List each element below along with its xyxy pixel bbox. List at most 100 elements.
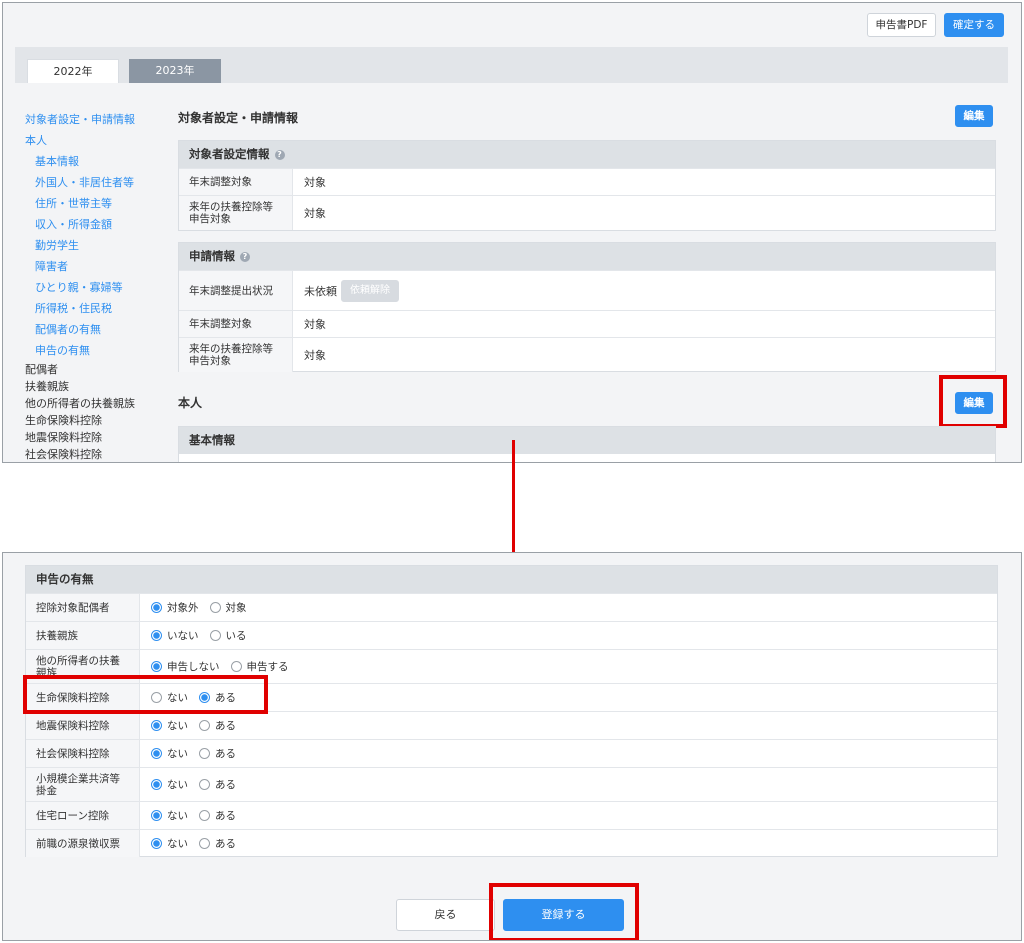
radio-checked-icon[interactable]: [151, 630, 162, 641]
request-info-card-header: 申請情報?: [179, 243, 995, 270]
radio-option-label[interactable]: ない: [167, 836, 188, 851]
sidebar-item[interactable]: 外国人・非居住者等: [25, 172, 165, 193]
filing-status-rows: 控除対象配偶者 対象外 対象扶養親族 いない いる他の所得者の扶養親族 申告しない 申告する…: [26, 593, 997, 857]
radio-option-label[interactable]: ない: [167, 718, 188, 733]
table-row: 年末調整提出状況 未依頼 依頼解除: [179, 270, 995, 310]
sidebar-item[interactable]: 社会保険料控除: [25, 446, 165, 462]
radio-checked-icon[interactable]: [151, 748, 162, 759]
table-row: 他の所得者の扶養親族 申告しない 申告する: [26, 649, 997, 683]
sidebar-item[interactable]: 地震保険料控除: [25, 429, 165, 446]
row-label: 他の所得者の扶養親族: [26, 650, 140, 683]
edit-button-self[interactable]: 編集: [955, 392, 993, 414]
target-settings-card-header: 対象者設定情報?: [179, 141, 995, 168]
row-label: 前職の源泉徴収票: [26, 830, 140, 857]
submit-button[interactable]: 登録する: [503, 899, 624, 931]
row-label: 生命保険料控除: [26, 684, 140, 711]
radio-checked-icon[interactable]: [151, 810, 162, 821]
request-info-title: 申請情報: [189, 249, 235, 263]
radio-option-label[interactable]: ある: [215, 718, 236, 733]
sidebar-item[interactable]: 生命保険料控除: [25, 412, 165, 429]
radio-unchecked-icon[interactable]: [209, 630, 221, 641]
radio-unchecked-icon[interactable]: [199, 748, 210, 759]
radio-option-label[interactable]: 対象: [226, 600, 247, 615]
sidebar-item[interactable]: 住所・世帯主等: [25, 193, 165, 214]
sidebar-item[interactable]: 勤労学生: [25, 235, 165, 256]
radio-option-label[interactable]: いる: [226, 628, 247, 643]
radio-checked-icon[interactable]: [199, 692, 210, 703]
request-info-card: 申請情報? 年末調整提出状況 未依頼 依頼解除 年末調整対象 対象 来年の扶養控…: [178, 242, 996, 372]
confirm-button[interactable]: 確定する: [944, 13, 1004, 37]
radio-group: いない いる: [140, 622, 269, 649]
help-icon[interactable]: ?: [274, 149, 285, 160]
sidebar-item[interactable]: 配偶者の有無: [25, 319, 165, 340]
sidebar-item[interactable]: 所得税・住民税: [25, 298, 165, 319]
table-row: 控除対象配偶者 対象外 対象: [26, 593, 997, 621]
radio-group: ない ある: [140, 830, 258, 857]
radio-checked-icon[interactable]: [151, 838, 162, 849]
row-label: 小規模企業共済等掛金: [26, 768, 140, 801]
radio-option-label[interactable]: ない: [167, 808, 188, 823]
radio-option-label[interactable]: いない: [167, 628, 199, 643]
row-label: 来年の扶養控除等申告対象: [179, 338, 293, 372]
radio-unchecked-icon[interactable]: [230, 661, 242, 672]
radio-unchecked-icon[interactable]: [199, 779, 210, 790]
row-label: 扶養親族: [26, 622, 140, 649]
radio-checked-icon[interactable]: [151, 602, 162, 613]
sidebar-item[interactable]: 申告の有無: [25, 340, 165, 361]
edit-button-target-settings[interactable]: 編集: [955, 105, 993, 127]
table-row: 生命保険料控除 ない ある: [26, 683, 997, 711]
table-row: 小規模企業共済等掛金 ない ある: [26, 767, 997, 801]
radio-option-label[interactable]: 対象外: [167, 600, 199, 615]
row-value: 未依頼 依頼解除: [293, 271, 410, 310]
radio-option-label[interactable]: ない: [167, 746, 188, 761]
radio-unchecked-icon[interactable]: [199, 810, 210, 821]
row-label: 年末調整対象: [179, 169, 293, 195]
back-button[interactable]: 戻る: [396, 899, 495, 931]
sidebar-item[interactable]: 他の所得者の扶養親族: [25, 395, 165, 412]
radio-option-label[interactable]: ある: [215, 836, 236, 851]
sidebar-item[interactable]: 収入・所得金額: [25, 214, 165, 235]
table-row: 来年の扶養控除等申告対象 対象: [179, 195, 995, 230]
radio-unchecked-icon[interactable]: [199, 838, 210, 849]
target-settings-card: 対象者設定情報? 年末調整対象 対象 来年の扶養控除等申告対象 対象: [178, 140, 996, 231]
radio-checked-icon[interactable]: [151, 720, 162, 731]
cancel-request-button[interactable]: 依頼解除: [341, 279, 399, 302]
sidebar-item[interactable]: 配偶者: [25, 361, 165, 378]
table-row: 社会保険料控除 ない ある: [26, 739, 997, 767]
radio-group: 対象外 対象: [140, 594, 269, 621]
sidebar-item[interactable]: 対象者設定・申請情報: [25, 109, 165, 130]
table-row: 年末調整対象 対象: [179, 310, 995, 337]
top-screenshot-panel: 申告書PDF 確定する 2022年 2023年 対象者設定・申請情報 本人 基本情報…: [2, 2, 1022, 463]
radio-option-label[interactable]: 申告しない: [167, 659, 220, 674]
radio-option-label[interactable]: ない: [167, 777, 188, 792]
sidebar-item[interactable]: 扶養親族: [25, 378, 165, 395]
row-label: 地震保険料控除: [26, 712, 140, 739]
help-icon[interactable]: ?: [240, 251, 250, 262]
radio-unchecked-icon[interactable]: [199, 720, 210, 731]
sidebar-item[interactable]: 障害者: [25, 256, 165, 277]
radio-unchecked-icon[interactable]: [209, 602, 221, 613]
section-title-self: 本人: [178, 396, 203, 410]
sidebar-item[interactable]: ひとり親・寡婦等: [25, 277, 165, 298]
radio-option-label[interactable]: ある: [215, 746, 236, 761]
radio-option-label[interactable]: ある: [215, 777, 236, 792]
radio-unchecked-icon[interactable]: [151, 692, 162, 703]
tab-2023[interactable]: 2023年: [129, 59, 221, 83]
radio-checked-icon[interactable]: [151, 779, 162, 790]
row-label: 年末調整対象: [179, 311, 293, 337]
row-value: 対象: [304, 349, 326, 362]
radio-option-label[interactable]: 申告する: [247, 659, 289, 674]
row-label: 控除対象配偶者: [26, 594, 140, 621]
application-pdf-button[interactable]: 申告書PDF: [867, 13, 936, 37]
table-row: 住宅ローン控除 ない ある: [26, 801, 997, 829]
radio-group: ない ある: [140, 712, 258, 739]
radio-option-label[interactable]: ない: [167, 690, 188, 705]
tab-2022[interactable]: 2022年: [27, 59, 119, 83]
radio-option-label[interactable]: ある: [215, 690, 236, 705]
sidebar-item[interactable]: 基本情報: [25, 151, 165, 172]
row-label: 住宅ローン控除: [26, 802, 140, 829]
radio-checked-icon[interactable]: [151, 661, 162, 672]
radio-group: ない ある: [140, 802, 258, 829]
sidebar-item[interactable]: 本人: [25, 130, 165, 151]
radio-option-label[interactable]: ある: [215, 808, 236, 823]
